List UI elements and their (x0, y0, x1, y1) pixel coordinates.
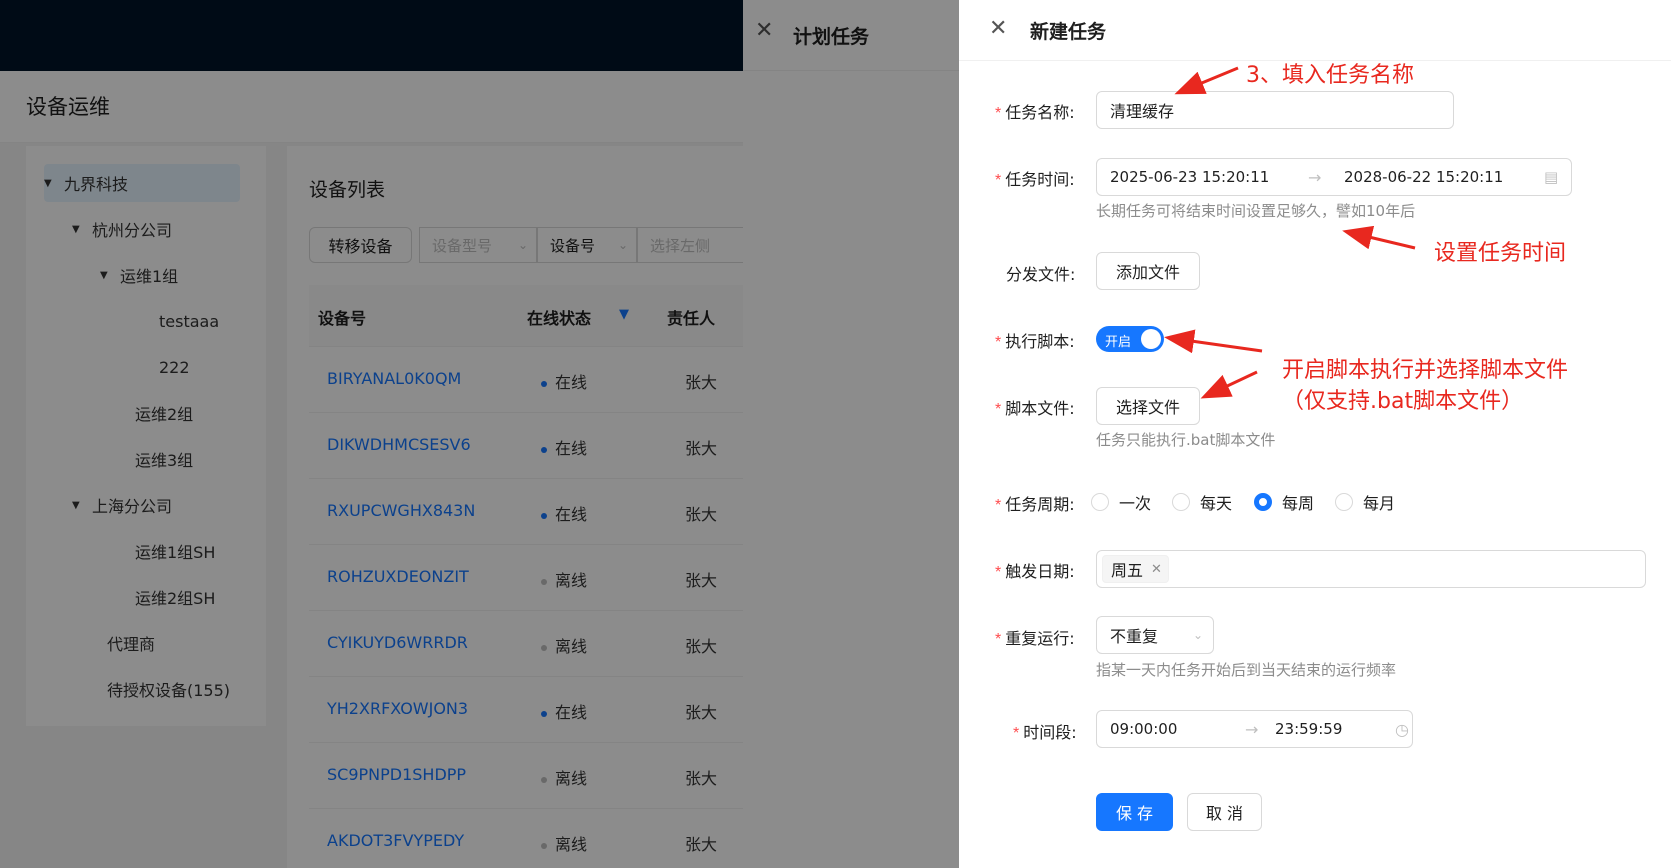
cancel-button[interactable]: 取 消 (1187, 793, 1262, 831)
time-range-label-text: 时间段: (1023, 723, 1077, 742)
radio-circle (1254, 493, 1272, 511)
task-time-help: 长期任务可将结束时间设置足够久，譬如10年后 (1096, 202, 1416, 220)
close-icon[interactable]: ✕ (989, 16, 1007, 41)
required-mark: * (995, 401, 1002, 418)
toggle-knob (1141, 329, 1161, 349)
repeat-value: 不重复 (1110, 627, 1159, 646)
cycle-option-weekly[interactable]: 每周 (1254, 490, 1314, 514)
repeat-label-text: 重复运行: (1005, 629, 1075, 648)
script-file-help: 任务只能执行.bat脚本文件 (1096, 431, 1276, 449)
required-mark: * (995, 105, 1002, 122)
range-arrow-icon: → (1308, 167, 1322, 187)
trigger-date-select[interactable] (1096, 550, 1646, 588)
required-mark: * (995, 497, 1002, 514)
task-time-start[interactable]: 2025-06-23 15:20:11 (1110, 168, 1308, 186)
add-file-button[interactable]: 添加文件 (1096, 252, 1200, 290)
cycle-option-monthly[interactable]: 每月 (1335, 490, 1395, 514)
time-range-start[interactable]: 09:00:00 (1110, 720, 1245, 738)
new-task-drawer-title: 新建任务 (1030, 21, 1107, 43)
time-range-end[interactable]: 23:59:59 (1275, 720, 1395, 738)
cycle-option-label: 一次 (1119, 494, 1152, 513)
annotation-task-time: 设置任务时间 (1434, 241, 1567, 266)
drawer-overlay[interactable] (743, 0, 983, 868)
cycle-option-label: 每月 (1363, 494, 1396, 513)
task-time-label: * 任务时间: (995, 166, 1075, 190)
clock-icon: ◷ (1395, 719, 1409, 739)
trigger-date-label: * 触发日期: (995, 558, 1075, 582)
trigger-date-label-text: 触发日期: (1005, 562, 1075, 581)
range-arrow-icon: → (1245, 719, 1259, 739)
repeat-label: * 重复运行: (995, 625, 1075, 649)
required-mark: * (995, 564, 1002, 581)
toggle-label: 开启 (1105, 335, 1132, 350)
required-mark: * (995, 631, 1002, 648)
exec-script-toggle[interactable]: 开启 (1096, 326, 1164, 352)
task-name-label-text: 任务名称: (1005, 103, 1075, 122)
required-mark: * (995, 334, 1002, 351)
select-file-button[interactable]: 选择文件 (1096, 387, 1200, 425)
cycle-option-label: 每天 (1200, 494, 1233, 513)
repeat-help: 指某一天内任务开始后到当天结束的运行频率 (1096, 661, 1397, 679)
radio-circle (1091, 493, 1109, 511)
repeat-select[interactable]: 不重复 ⌄ (1096, 616, 1214, 654)
trigger-date-tag-label: 周五 (1111, 561, 1144, 580)
exec-script-label-text: 执行脚本: (1005, 332, 1075, 351)
annotation-script-line1: 开启脚本执行并选择脚本文件 (1282, 358, 1569, 383)
task-cycle-label-text: 任务周期: (1005, 495, 1075, 514)
chevron-down-icon: ⌄ (1192, 628, 1203, 642)
radio-circle (1335, 493, 1353, 511)
cycle-option-daily[interactable]: 每天 (1172, 490, 1232, 514)
cycle-option-label: 每周 (1282, 494, 1315, 513)
required-mark: * (1013, 725, 1020, 742)
radio-circle (1172, 493, 1190, 511)
task-time-label-text: 任务时间: (1005, 170, 1075, 189)
remove-tag-icon[interactable]: ✕ (1151, 562, 1162, 577)
task-time-end[interactable]: 2028-06-22 15:20:11 (1344, 168, 1544, 186)
new-task-drawer-header: ✕ 新建任务 (959, 0, 1671, 61)
annotation-task-name: 3、填入任务名称 (1246, 63, 1414, 88)
task-cycle-label: * 任务周期: (995, 491, 1075, 515)
task-name-value: 清理缓存 (1110, 102, 1175, 121)
annotation-script-line2: （仅支持.bat脚本文件） (1282, 389, 1524, 414)
save-button[interactable]: 保 存 (1096, 793, 1173, 831)
time-range-label: * 时间段: (1013, 719, 1077, 743)
task-name-label: * 任务名称: (995, 99, 1075, 123)
required-mark: * (995, 172, 1002, 189)
dist-file-label: 分发文件: (1006, 265, 1076, 284)
task-name-input[interactable]: 清理缓存 (1096, 91, 1454, 129)
calendar-icon: ▤ (1544, 168, 1559, 186)
script-file-label: * 脚本文件: (995, 395, 1075, 419)
trigger-date-tag: 周五 ✕ (1102, 555, 1169, 583)
script-file-label-text: 脚本文件: (1005, 399, 1075, 418)
cycle-option-once[interactable]: 一次 (1091, 490, 1151, 514)
time-range-picker[interactable]: 09:00:00 → 23:59:59 ◷ (1096, 710, 1413, 748)
exec-script-label: * 执行脚本: (995, 328, 1075, 352)
task-time-range-picker[interactable]: 2025-06-23 15:20:11 → 2028-06-22 15:20:1… (1096, 158, 1572, 196)
